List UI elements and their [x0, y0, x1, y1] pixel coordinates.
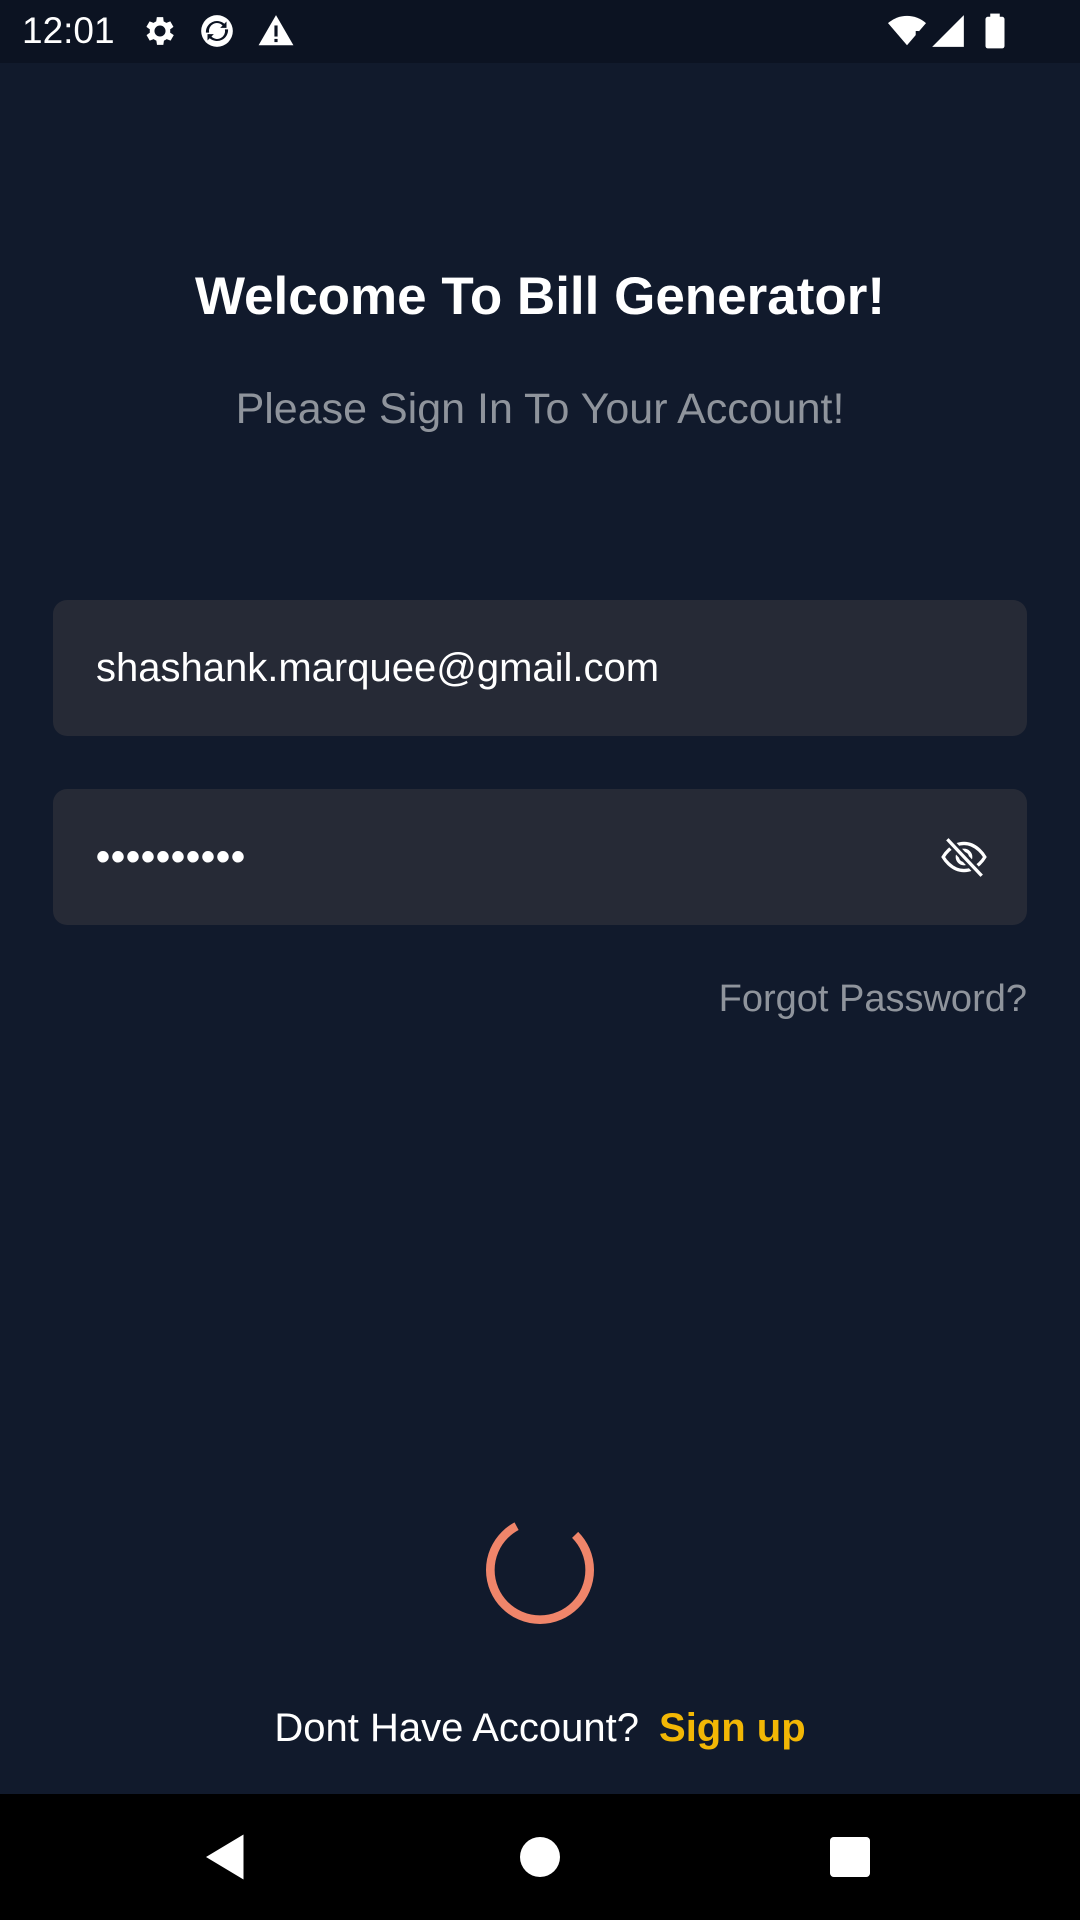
- recents-icon[interactable]: [820, 1827, 880, 1887]
- password-field[interactable]: ••••••••••: [53, 789, 1027, 925]
- signup-prompt: Dont Have Account?: [274, 1706, 640, 1750]
- sync-app-icon: [201, 15, 233, 47]
- forgot-password-link[interactable]: Forgot Password?: [719, 978, 1027, 1021]
- signup-row: Dont Have Account? Sign up: [0, 1706, 1080, 1751]
- navigation-bar: [0, 1794, 1080, 1920]
- email-field[interactable]: shashank.marquee@gmail.com: [53, 600, 1027, 736]
- signup-link[interactable]: Sign up: [659, 1706, 806, 1750]
- back-icon[interactable]: [196, 1827, 256, 1887]
- battery-icon: [985, 13, 1005, 49]
- status-bar: 12:01: [0, 0, 1080, 63]
- eye-off-icon[interactable]: [939, 832, 989, 882]
- signal-icon: [932, 15, 964, 47]
- email-value: shashank.marquee@gmail.com: [96, 646, 660, 690]
- settings-gear-icon: [146, 17, 174, 45]
- loading-spinner: [486, 1516, 594, 1624]
- welcome-title: Welcome To Bill Generator!: [194, 267, 886, 326]
- status-time: 12:01: [22, 10, 115, 51]
- home-icon[interactable]: [510, 1827, 570, 1887]
- warning-icon: [258, 15, 294, 46]
- sign-in-subtitle: Please Sign In To Your Account!: [235, 385, 845, 433]
- wifi-icon: [888, 15, 926, 46]
- password-value: ••••••••••: [96, 835, 247, 879]
